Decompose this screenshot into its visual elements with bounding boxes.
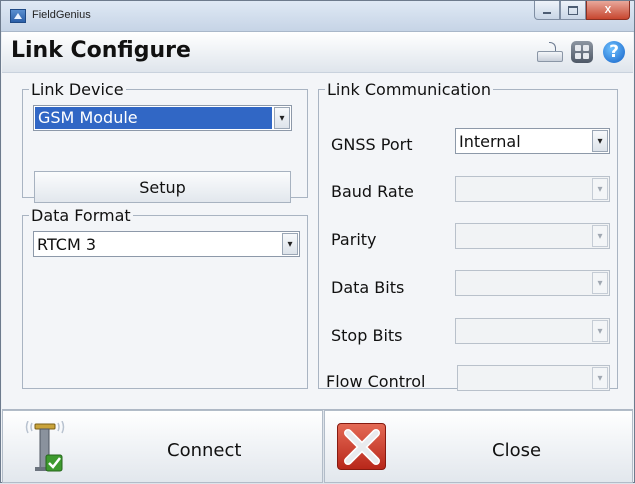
- baud-rate-select: ▾: [455, 176, 610, 202]
- window-title: FieldGenius: [32, 9, 91, 21]
- data-format-legend: Data Format: [31, 206, 131, 225]
- page-header: Link Configure ?: [2, 32, 633, 72]
- close-icon: X: [604, 4, 612, 16]
- flow-control-select: ▾: [457, 365, 610, 391]
- maximize-icon: [568, 5, 578, 15]
- chevron-down-icon[interactable]: ▾: [592, 130, 608, 152]
- title-bar[interactable]: FieldGenius X: [1, 1, 634, 32]
- app-icon: [10, 9, 26, 23]
- minimize-icon: [543, 12, 551, 14]
- parity-select: ▾: [455, 223, 610, 249]
- stop-bits-select: ▾: [455, 318, 610, 344]
- link-communication-group: Link Communication GNSS Port Internal ▾ …: [318, 80, 618, 391]
- link-device-select[interactable]: GSM Module ▾: [33, 105, 292, 131]
- gnss-port-value: Internal: [459, 132, 521, 151]
- setup-button[interactable]: Setup: [34, 171, 291, 203]
- data-bits-label: Data Bits: [331, 278, 405, 297]
- connect-label: Connect: [167, 440, 242, 461]
- fieldgenius-window: FieldGenius X Link Configure ? Link Devi…: [0, 0, 635, 484]
- maximize-button[interactable]: [560, 1, 586, 20]
- menu-grid-icon[interactable]: [571, 41, 593, 63]
- chevron-down-icon[interactable]: ▾: [282, 233, 298, 255]
- page-title: Link Configure: [11, 38, 191, 63]
- data-format-select[interactable]: RTCM 3 ▾: [33, 231, 300, 257]
- chevron-down-icon: ▾: [592, 272, 608, 294]
- stop-bits-label: Stop Bits: [331, 326, 403, 345]
- data-format-value: RTCM 3: [37, 235, 97, 254]
- close-button[interactable]: Close: [324, 410, 633, 483]
- red-x-icon: [337, 423, 386, 470]
- chevron-down-icon: ▾: [592, 178, 608, 200]
- data-bits-select: ▾: [455, 270, 610, 296]
- window-close-button[interactable]: X: [586, 1, 630, 20]
- help-icon[interactable]: ?: [603, 41, 625, 63]
- footer-bar: Connect Close: [2, 409, 633, 484]
- minimize-button[interactable]: [534, 1, 560, 20]
- close-label: Close: [492, 440, 542, 461]
- chevron-down-icon: ▾: [592, 225, 608, 247]
- gnss-port-label: GNSS Port: [331, 135, 413, 154]
- chevron-down-icon: ▾: [592, 320, 608, 342]
- main-content: Link Device GSM Module ▾ Setup Data Form…: [2, 72, 633, 410]
- flow-control-label: Flow Control: [326, 372, 426, 391]
- parity-label: Parity: [331, 230, 377, 249]
- link-device-value: GSM Module: [35, 107, 272, 129]
- keyboard-icon[interactable]: [537, 42, 563, 64]
- chevron-down-icon[interactable]: ▾: [274, 107, 290, 129]
- gnss-port-select[interactable]: Internal ▾: [455, 128, 610, 154]
- radio-antenna-check-icon: [25, 421, 65, 472]
- link-device-group: Link Device GSM Module ▾ Setup: [22, 80, 308, 203]
- link-device-legend: Link Device: [31, 80, 124, 99]
- baud-rate-label: Baud Rate: [331, 182, 414, 201]
- connect-button[interactable]: Connect: [2, 410, 323, 483]
- window-controls: X: [534, 1, 630, 21]
- data-format-group: Data Format RTCM 3 ▾: [22, 206, 308, 389]
- chevron-down-icon: ▾: [592, 367, 608, 389]
- link-communication-legend: Link Communication: [327, 80, 491, 99]
